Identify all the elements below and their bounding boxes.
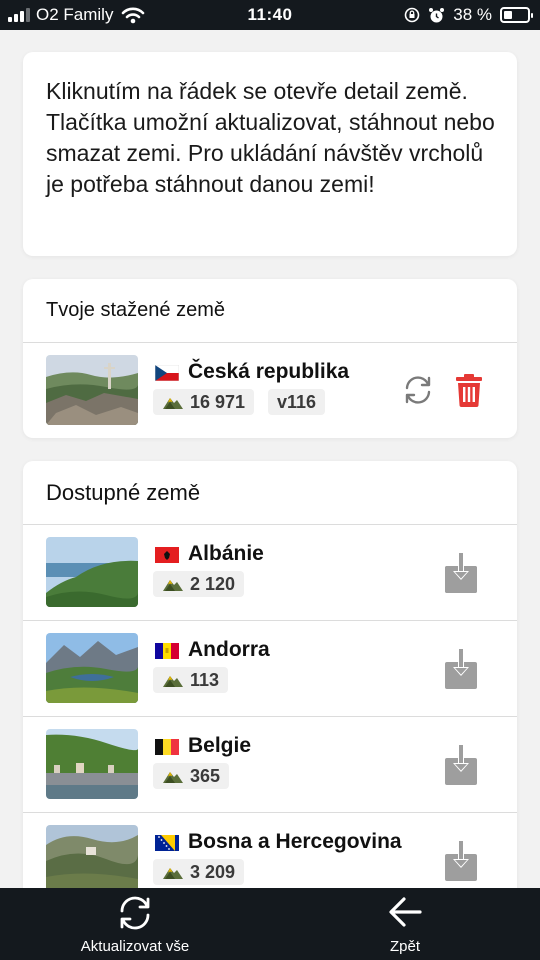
peaks-count-badge: 365 — [153, 763, 230, 789]
country-thumbnail — [46, 729, 138, 799]
country-name: Andorra — [188, 638, 270, 661]
battery-fill — [504, 11, 512, 19]
refresh-icon — [405, 376, 431, 404]
available-countries-section: Dostupné země Albánie 2 120 Andorra 113 … — [23, 461, 517, 888]
flag-ad-icon — [155, 643, 179, 659]
mountain-icon — [163, 398, 183, 409]
update-country-button[interactable] — [398, 370, 438, 410]
bottom-toolbar: Aktualizovat vše Zpět — [0, 888, 540, 960]
country-row[interactable]: Albánie 2 120 — [23, 525, 517, 621]
flag-cz-icon — [155, 365, 179, 381]
download-icon — [445, 649, 477, 689]
country-name: Belgie — [188, 734, 252, 757]
country-row[interactable]: Belgie 365 — [23, 717, 517, 813]
country-thumbnail — [46, 355, 138, 425]
country-thumbnail — [46, 825, 138, 888]
downloaded-countries-section: Tvoje stažené země Česká republika 16 97… — [23, 279, 517, 438]
update-all-label: Aktualizovat vše — [80, 938, 190, 955]
update-all-button[interactable]: Aktualizovat vše — [65, 888, 205, 960]
download-icon — [445, 553, 477, 593]
country-name: Česká republika — [188, 360, 350, 383]
download-country-button[interactable] — [441, 553, 481, 593]
flag-al-icon — [155, 547, 179, 563]
peaks-count: 2 120 — [190, 573, 236, 594]
country-name: Bosna a Hercegovina — [188, 830, 402, 853]
delete-country-button[interactable] — [451, 370, 487, 410]
peaks-count-badge: 3 209 — [153, 859, 245, 885]
mountain-icon — [163, 580, 183, 591]
peaks-count: 113 — [190, 669, 220, 690]
country-row[interactable]: Bosna a Hercegovina 3 209 — [23, 813, 517, 888]
mountain-icon — [163, 868, 183, 879]
section-title-available: Dostupné země — [23, 461, 517, 525]
peaks-count: 16 971 — [190, 391, 246, 412]
mountain-icon — [163, 676, 183, 687]
download-icon — [445, 745, 477, 785]
mountain-icon — [163, 772, 183, 783]
country-thumbnail — [46, 537, 138, 607]
alarm-icon — [429, 7, 445, 22]
back-button[interactable]: Zpět — [365, 888, 445, 960]
download-country-button[interactable] — [441, 649, 481, 689]
refresh-icon — [120, 896, 150, 930]
download-icon — [445, 841, 477, 881]
country-row[interactable]: Andorra 113 — [23, 621, 517, 717]
back-label: Zpět — [389, 938, 420, 955]
battery-percent: 38 % — [453, 5, 492, 24]
version-label: v116 — [277, 391, 317, 412]
status-right: 38 % — [404, 5, 533, 25]
flag-ba-icon — [155, 835, 179, 851]
peaks-count: 3 209 — [190, 861, 236, 882]
country-row[interactable]: Česká republika 16 971 v116 — [23, 343, 517, 439]
peaks-count-badge: 16 971 — [153, 389, 255, 415]
flag-be-icon — [155, 739, 179, 755]
peaks-count-badge: 113 — [153, 667, 229, 693]
trash-icon — [456, 374, 482, 407]
country-name: Albánie — [188, 542, 264, 565]
country-thumbnail — [46, 633, 138, 703]
screen-lock-icon — [404, 7, 420, 23]
version-badge: v116 — [268, 389, 326, 415]
status-bar: O2 Family 11:40 38 % — [0, 0, 540, 30]
info-card: Kliknutím na řádek se otevře detail země… — [23, 52, 517, 256]
battery-icon — [500, 7, 533, 23]
section-title-downloaded: Tvoje stažené země — [23, 279, 517, 343]
peaks-count: 365 — [190, 765, 221, 786]
download-country-button[interactable] — [441, 745, 481, 785]
download-country-button[interactable] — [441, 841, 481, 881]
main-content[interactable]: Kliknutím na řádek se otevře detail země… — [0, 30, 540, 888]
peaks-count-badge: 2 120 — [153, 571, 245, 597]
back-arrow-icon — [389, 897, 422, 927]
info-text: Kliknutím na řádek se otevře detail země… — [46, 78, 495, 197]
